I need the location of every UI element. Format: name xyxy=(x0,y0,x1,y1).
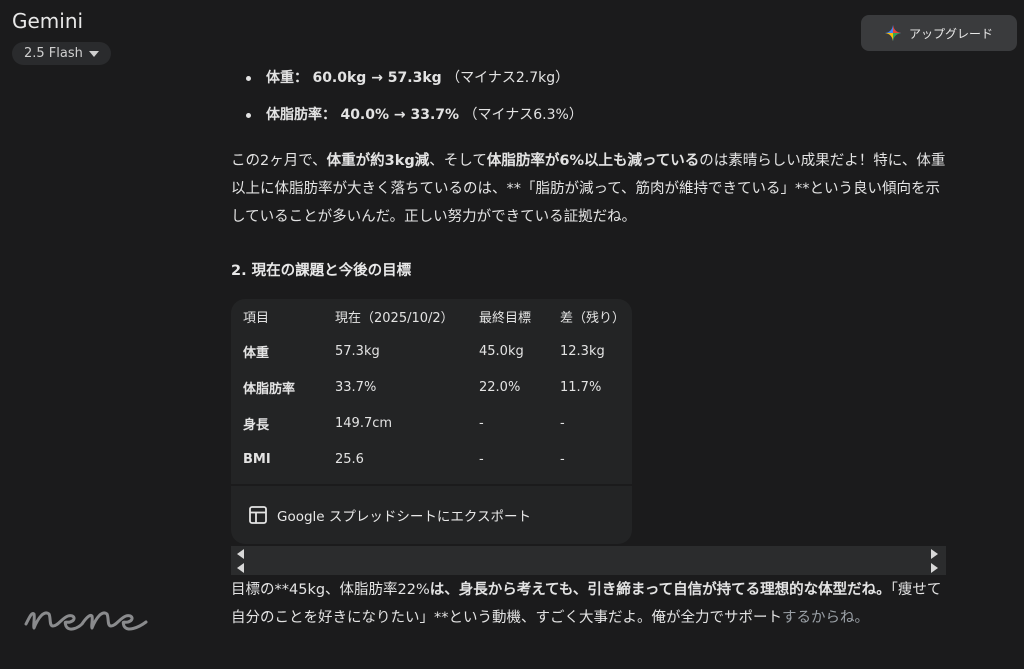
table-cell: 149.7cm xyxy=(335,415,393,431)
table-cell: 11.7% xyxy=(560,379,602,395)
gemini-spark-icon xyxy=(884,25,901,41)
bullet-note: （マイナス2.7kg） xyxy=(446,70,570,86)
table-cell: 体重 xyxy=(243,345,270,361)
bold-text: は、身長から考えても、引き締まって自信が持てる理想的な体型だね。 xyxy=(429,582,891,598)
scroll-right-icon[interactable] xyxy=(931,563,938,573)
section-heading: 2. 現在の課題と今後の目標 xyxy=(231,263,412,279)
table-cell: 22.0% xyxy=(479,379,521,395)
model-selector[interactable]: 2.5 Flash xyxy=(12,42,111,65)
table-header: 差（残り） xyxy=(560,310,626,326)
table-cell: 45.0kg xyxy=(479,343,524,359)
text-span: 目標の**45kg、体脂肪率22% xyxy=(231,582,430,598)
scroll-right-icon[interactable] xyxy=(931,549,938,559)
bullet-value: 60.0kg → 57.3kg xyxy=(312,70,442,86)
upgrade-button[interactable]: アップグレード xyxy=(861,15,1017,51)
table-cell: - xyxy=(479,451,484,467)
table-header-row: 項目 現在（2025/10/2） 最終目標 差（残り） xyxy=(231,299,630,333)
table-header: 項目 xyxy=(243,310,270,326)
bullet-value: 40.0% → 33.7% xyxy=(340,107,460,123)
response-paragraph: 目標の**45kg、体脂肪率22%は、身長から考えても、引き締まって自信が持てる… xyxy=(231,576,951,632)
upgrade-label: アップグレード xyxy=(908,26,993,41)
bold-text: 体脂肪率が6%以上も減っている xyxy=(486,153,700,169)
data-table: 項目 現在（2025/10/2） 最終目標 差（残り） 体重 57.3kg 45… xyxy=(231,299,630,477)
bullet-note: （マイナス6.3%） xyxy=(463,107,583,123)
sheets-grid-icon xyxy=(249,506,267,524)
export-label: Google スプレッドシートにエクスポート xyxy=(277,509,531,525)
table-cell: 57.3kg xyxy=(335,343,380,359)
text-span: この2ヶ月で、 xyxy=(231,153,327,169)
bullet-label: 体脂肪率： xyxy=(266,107,336,123)
table-cell: - xyxy=(560,451,565,467)
summary-list: 体重： 60.0kg → 57.3kg （マイナス2.7kg） 体脂肪率： 40… xyxy=(244,66,583,140)
table-cell: 25.6 xyxy=(335,451,364,467)
export-to-sheets-button[interactable]: Google スプレッドシートにエクスポート xyxy=(231,486,632,544)
table-cell: BMI xyxy=(243,451,271,467)
list-item: 体脂肪率： 40.0% → 33.7% （マイナス6.3%） xyxy=(244,103,583,140)
app-title: Gemini xyxy=(12,9,84,33)
data-table-card: 項目 現在（2025/10/2） 最終目標 差（残り） 体重 57.3kg 45… xyxy=(231,299,632,484)
list-item: 体重： 60.0kg → 57.3kg （マイナス2.7kg） xyxy=(244,66,583,103)
scroll-left-icon[interactable] xyxy=(237,563,244,573)
response-paragraph: この2ヶ月で、体重が約3kg減、そして体脂肪率が6%以上も減っているのは素晴らし… xyxy=(231,147,951,231)
table-header: 現在（2025/10/2） xyxy=(335,310,454,326)
table-row: 体脂肪率 33.7% 22.0% 11.7% xyxy=(231,369,630,405)
table-cell: 12.3kg xyxy=(560,343,605,359)
table-cell: - xyxy=(479,415,484,431)
model-label: 2.5 Flash xyxy=(24,46,83,61)
table-cell: 体脂肪率 xyxy=(243,381,296,397)
faded-text: するからね。 xyxy=(782,610,869,626)
text-span: 、そして xyxy=(429,153,487,169)
table-cell: 33.7% xyxy=(335,379,377,395)
table-cell: - xyxy=(560,415,565,431)
signature-watermark xyxy=(24,611,148,631)
bold-text: 体重が約3kg減 xyxy=(326,153,430,169)
horizontal-scrollbar[interactable] xyxy=(231,546,946,575)
table-row: 体重 57.3kg 45.0kg 12.3kg xyxy=(231,333,630,369)
table-cell: 身長 xyxy=(243,417,270,433)
bullet-label: 体重： xyxy=(266,70,308,86)
table-row: BMI 25.6 - - xyxy=(231,441,630,477)
table-header: 最終目標 xyxy=(479,310,532,326)
scroll-left-icon[interactable] xyxy=(237,549,244,559)
table-row: 身長 149.7cm - - xyxy=(231,405,630,441)
chevron-down-icon xyxy=(88,50,99,57)
